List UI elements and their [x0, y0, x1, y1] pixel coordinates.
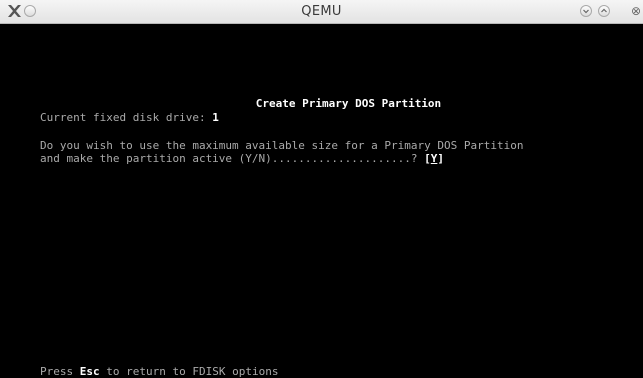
- drive-number: 1: [212, 111, 219, 124]
- footer-suffix: to return to FDISK options: [106, 365, 279, 378]
- minimize-icon: [583, 9, 589, 14]
- current-drive-line: Current fixed disk drive: 1: [40, 111, 219, 125]
- close-icon[interactable]: ⊗: [631, 4, 641, 18]
- answer-bracket-open: [: [424, 152, 431, 165]
- fdisk-heading: Create Primary DOS Partition: [255, 97, 442, 110]
- footer-hint: Press Esc to return to FDISK options: [40, 365, 278, 378]
- question-text: and make the partition active (Y/N).....…: [40, 152, 418, 165]
- vm-display[interactable]: Create Primary DOS Partition Current fix…: [9, 24, 643, 378]
- footer-prefix: Press: [40, 365, 74, 378]
- window-titlebar[interactable]: QEMU ⊗: [0, 0, 643, 24]
- qemu-window: QEMU ⊗ Create Primary DOS Partition Curr…: [0, 0, 643, 378]
- window-title: QEMU: [301, 4, 342, 19]
- question-line-2: and make the partition active (Y/N).....…: [40, 152, 444, 166]
- drive-label: Current fixed disk drive:: [40, 111, 206, 124]
- maximize-icon: [601, 8, 607, 13]
- minimize-button[interactable]: [580, 5, 592, 17]
- answer-bracket-close: ]: [437, 152, 444, 165]
- footer-key: Esc: [79, 365, 100, 378]
- question-line-1: Do you wish to use the maximum available…: [40, 139, 524, 152]
- maximize-button[interactable]: [598, 5, 610, 17]
